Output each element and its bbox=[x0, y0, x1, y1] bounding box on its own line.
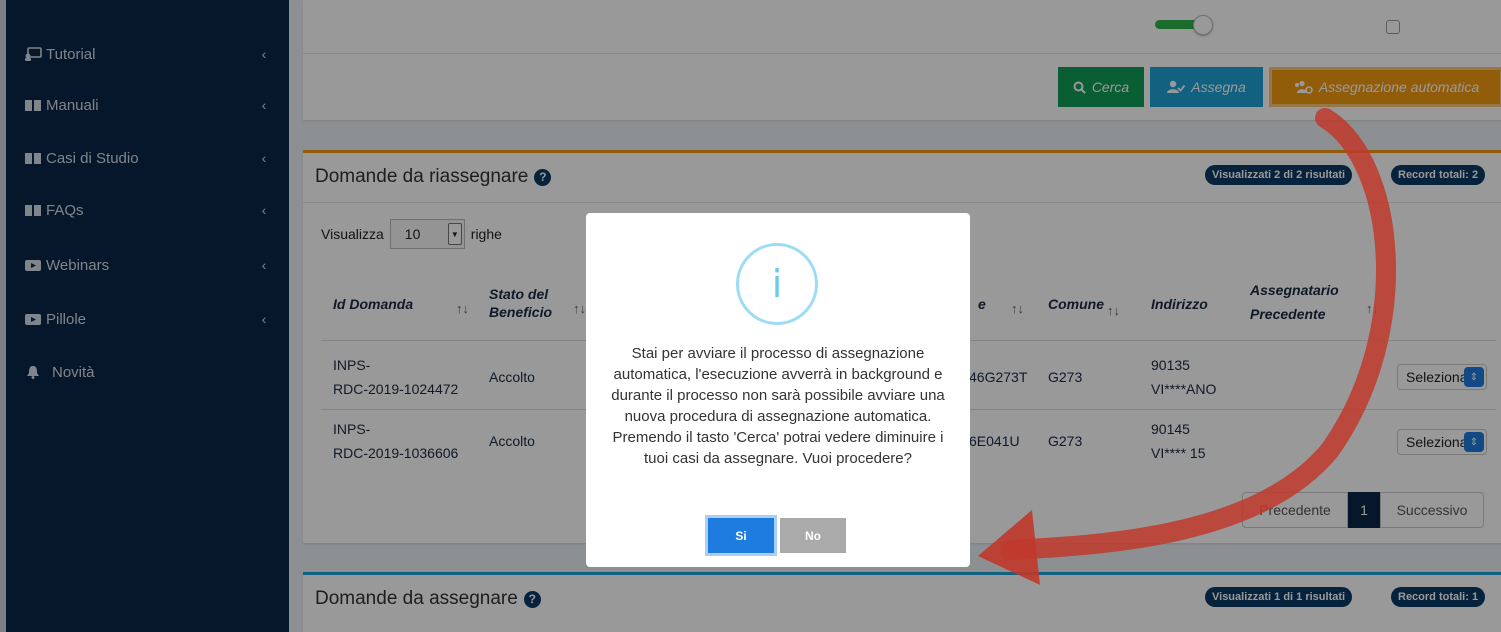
confirm-no-button[interactable]: No bbox=[780, 518, 846, 553]
info-glyph: i bbox=[771, 262, 783, 306]
info-icon: i bbox=[736, 243, 818, 325]
dialog-message: Stai per avviare il processo di assegnaz… bbox=[611, 345, 945, 467]
confirm-yes-button[interactable]: Si bbox=[708, 518, 774, 553]
confirm-dialog: i Stai per avviare il processo di assegn… bbox=[586, 213, 970, 567]
